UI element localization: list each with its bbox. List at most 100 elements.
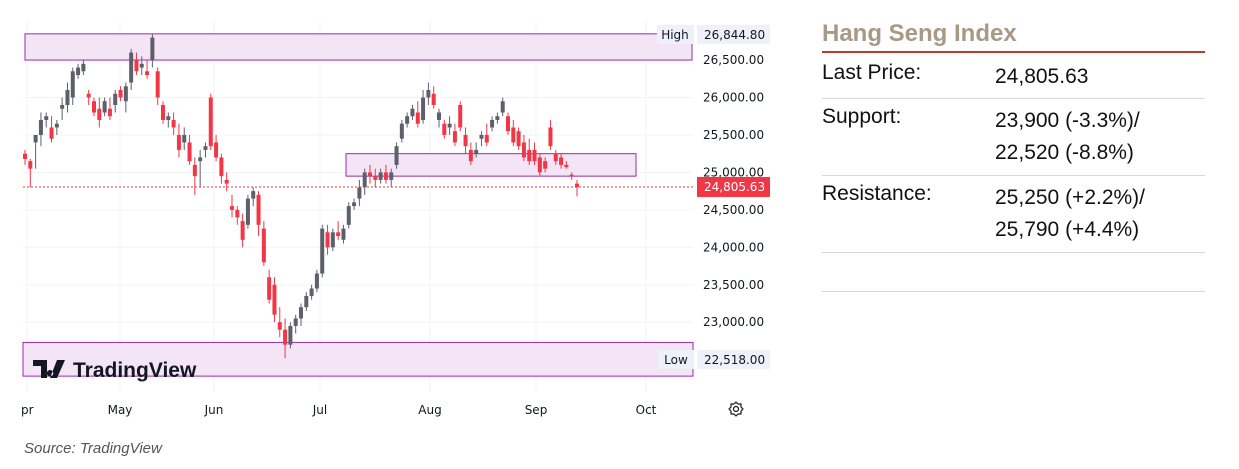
- candle-body: [389, 172, 394, 180]
- candle-down: [431, 86, 436, 109]
- candle-body: [357, 187, 362, 199]
- candle-down: [187, 134, 192, 165]
- resistance-value-line-1: 25,250 (+2.2%)/: [995, 186, 1146, 209]
- tradingview-logo: TradingView: [33, 359, 197, 382]
- candle-up: [405, 112, 410, 128]
- candle-body: [166, 116, 171, 120]
- candle-body: [123, 86, 128, 102]
- candle-down: [192, 157, 197, 195]
- gear-icon[interactable]: [728, 401, 744, 417]
- candle-body: [399, 123, 404, 139]
- candle-body: [336, 232, 341, 237]
- candle-up: [166, 112, 171, 128]
- support-value-line-2: 22,520 (-8.8%): [995, 141, 1134, 164]
- candle-body: [251, 191, 256, 199]
- candle-body: [267, 277, 272, 300]
- candle-down: [219, 153, 224, 184]
- candle-down: [28, 158, 33, 188]
- candle-body: [431, 93, 436, 105]
- support-row: Support: 23,900 (-3.3%)/ 22,520 (-8.8%): [822, 99, 1205, 176]
- candle-body: [60, 104, 65, 109]
- candle-body: [548, 127, 553, 147]
- candle-body: [352, 202, 357, 207]
- candle-body: [23, 153, 27, 159]
- candle-body: [203, 146, 208, 150]
- source-note: Source: TradingView: [24, 440, 162, 457]
- support-value-line-1: 23,900 (-3.3%)/: [995, 109, 1140, 132]
- candle-body: [76, 67, 81, 76]
- candle-down: [176, 123, 181, 158]
- candle-body: [92, 101, 96, 113]
- candle-body: [421, 97, 426, 120]
- y-tick-label: 26,500.00: [703, 53, 764, 67]
- candle-body: [463, 134, 468, 147]
- candle-down: [261, 221, 266, 267]
- candle-up: [357, 179, 362, 207]
- candle-down: [155, 67, 160, 105]
- candle-body: [134, 60, 139, 72]
- candle-down: [145, 60, 150, 79]
- candle-body: [537, 157, 542, 173]
- candle-up: [447, 116, 452, 135]
- x-tick-label: pr: [21, 403, 34, 417]
- candle-down: [516, 127, 521, 150]
- candle-down: [235, 206, 240, 225]
- candle-up: [314, 269, 319, 293]
- candle-body: [320, 228, 325, 274]
- candle-down: [86, 90, 91, 105]
- candle-up: [44, 112, 49, 128]
- candle-body: [564, 164, 569, 168]
- high-zone: [24, 33, 693, 61]
- candle-body: [235, 209, 240, 218]
- candle-body: [511, 127, 516, 143]
- candle-down: [161, 101, 165, 124]
- candle-down: [240, 213, 245, 248]
- candle-body: [277, 322, 282, 330]
- candle-body: [240, 221, 245, 240]
- tradingview-watermark: TradingView: [73, 359, 197, 382]
- candle-body: [293, 318, 298, 326]
- candle-up: [54, 119, 59, 135]
- candle-up: [500, 97, 505, 117]
- candle-body: [208, 97, 213, 147]
- candle-up: [437, 108, 441, 128]
- last-price-value-line: 24,805.63: [995, 65, 1089, 88]
- candle-up: [102, 97, 107, 117]
- candle-up: [123, 82, 128, 113]
- candles: [23, 34, 579, 359]
- last-price-label: Last Price:: [822, 61, 922, 84]
- candle-up: [490, 116, 495, 132]
- candle-body: [325, 232, 330, 248]
- candle-body: [70, 71, 75, 98]
- candle-body: [452, 131, 457, 143]
- candle-body: [346, 206, 351, 225]
- candle-up: [346, 202, 351, 229]
- resistance-label: Resistance:: [822, 182, 932, 205]
- candle-body: [81, 63, 86, 72]
- candle-up: [33, 134, 38, 169]
- info-panel: Hang Seng Index Last Price: 24,805.63 Su…: [822, 18, 1205, 292]
- candle-body: [532, 149, 537, 162]
- candle-body: [288, 325, 293, 345]
- candle-up: [182, 127, 187, 150]
- x-axis: pr May Jun Jul Aug Sep Oct: [21, 403, 657, 417]
- candle-body: [410, 108, 415, 117]
- candle-up: [198, 149, 203, 188]
- x-tick-label: Jun: [204, 403, 224, 417]
- candle-up: [65, 82, 70, 113]
- candle-down: [272, 277, 277, 323]
- candle-down: [548, 119, 553, 150]
- candle-up: [150, 34, 155, 68]
- candle-body: [426, 90, 431, 98]
- candle-up: [38, 112, 43, 147]
- candle-body: [97, 108, 102, 120]
- candle-body: [368, 172, 372, 177]
- y-tick-label: 24,000.00: [703, 240, 764, 254]
- candle-down: [458, 101, 463, 132]
- candle-down: [521, 134, 526, 162]
- support-label: Support:: [822, 105, 902, 128]
- candle-body: [129, 52, 134, 83]
- candle-up: [251, 187, 256, 207]
- candle-body: [484, 134, 489, 143]
- candle-down: [97, 97, 102, 128]
